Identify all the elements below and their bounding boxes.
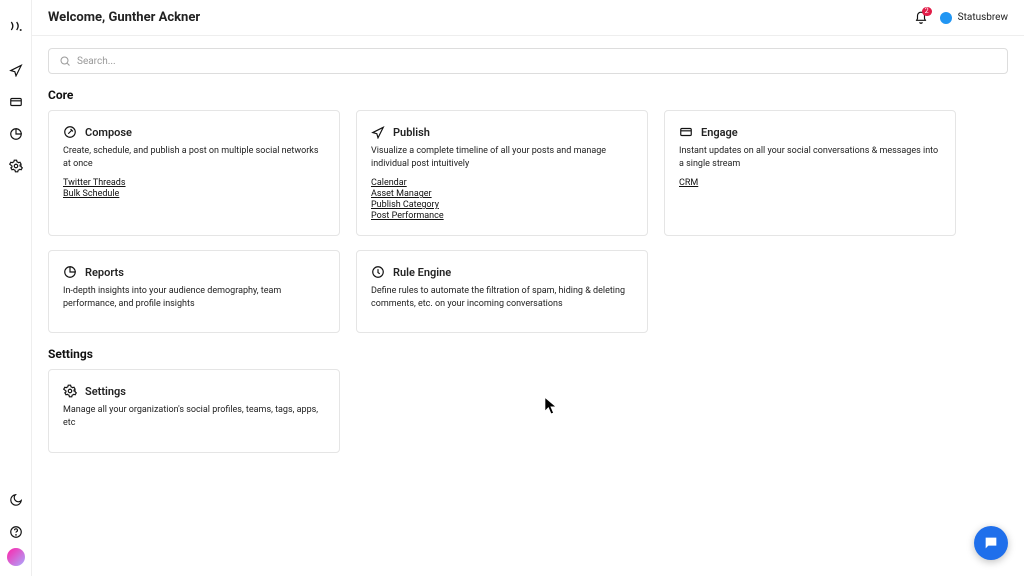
card-title: Publish xyxy=(393,126,430,139)
search-placeholder: Search... xyxy=(77,56,116,67)
chat-icon xyxy=(983,535,999,551)
help-icon[interactable] xyxy=(8,524,24,540)
link-calendar[interactable]: Calendar xyxy=(371,178,633,188)
card-engage[interactable]: Engage Instant updates on all your socia… xyxy=(664,110,956,236)
header: Welcome, Gunther Ackner 2 Statusbrew xyxy=(32,0,1024,36)
nav-engage-icon[interactable] xyxy=(8,94,24,110)
workspace-name: Statusbrew xyxy=(958,12,1008,23)
page-title: Welcome, Gunther Ackner xyxy=(48,10,200,25)
card-desc: Visualize a complete timeline of all you… xyxy=(371,145,633,170)
settings-icon xyxy=(63,384,77,398)
link-post-performance[interactable]: Post Performance xyxy=(371,211,633,221)
card-desc: Define rules to automate the filtration … xyxy=(371,285,633,310)
card-title: Engage xyxy=(701,126,738,139)
workspace-dot-icon xyxy=(940,12,952,24)
link-twitter-threads[interactable]: Twitter Threads xyxy=(63,178,325,188)
card-title: Settings xyxy=(85,385,126,398)
engage-icon xyxy=(679,125,693,139)
link-publish-category[interactable]: Publish Category xyxy=(371,200,633,210)
theme-icon[interactable] xyxy=(8,492,24,508)
card-desc: Instant updates on all your social conve… xyxy=(679,145,941,170)
publish-icon xyxy=(371,125,385,139)
chat-fab[interactable] xyxy=(974,526,1008,560)
section-settings-title: Settings xyxy=(48,347,1008,361)
search-icon xyxy=(59,55,71,67)
card-desc: In-depth insights into your audience dem… xyxy=(63,285,325,310)
avatar[interactable] xyxy=(7,548,25,566)
nav-publish-icon[interactable] xyxy=(8,62,24,78)
link-bulk-schedule[interactable]: Bulk Schedule xyxy=(63,189,325,199)
rule-engine-icon xyxy=(371,265,385,279)
card-title: Compose xyxy=(85,126,132,139)
link-asset-manager[interactable]: Asset Manager xyxy=(371,189,633,199)
card-reports[interactable]: Reports In-depth insights into your audi… xyxy=(48,250,340,333)
card-title: Rule Engine xyxy=(393,266,451,279)
card-desc: Create, schedule, and publish a post on … xyxy=(63,145,325,170)
card-compose[interactable]: Compose Create, schedule, and publish a … xyxy=(48,110,340,236)
compose-icon xyxy=(63,125,77,139)
card-publish[interactable]: Publish Visualize a complete timeline of… xyxy=(356,110,648,236)
left-sidebar xyxy=(0,0,32,576)
nav-settings-icon[interactable] xyxy=(8,158,24,174)
card-desc: Manage all your organization's social pr… xyxy=(63,404,325,429)
card-settings[interactable]: Settings Manage all your organization's … xyxy=(48,369,340,452)
reports-icon xyxy=(63,265,77,279)
nav-reports-icon[interactable] xyxy=(8,126,24,142)
card-title: Reports xyxy=(85,266,124,279)
notifications-button[interactable]: 2 xyxy=(914,11,928,25)
logo-icon[interactable] xyxy=(8,18,24,34)
link-crm[interactable]: CRM xyxy=(679,178,941,188)
workspace-switcher[interactable]: Statusbrew xyxy=(940,12,1008,24)
card-rule-engine[interactable]: Rule Engine Define rules to automate the… xyxy=(356,250,648,333)
section-core-title: Core xyxy=(48,88,1008,102)
search-input[interactable]: Search... xyxy=(48,48,1008,74)
notifications-badge: 2 xyxy=(922,7,932,16)
